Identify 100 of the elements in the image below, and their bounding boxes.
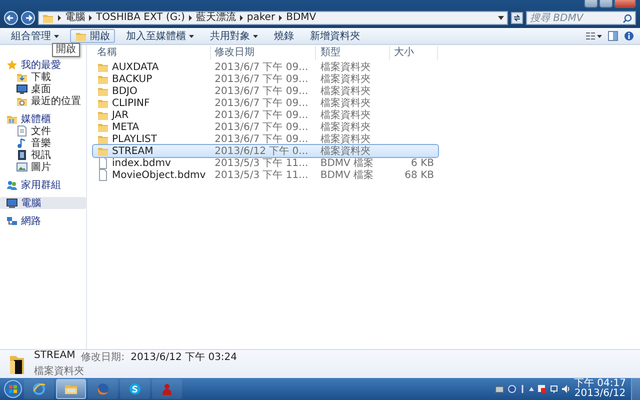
- help-icon[interactable]: [624, 31, 634, 41]
- sidebar-item[interactable]: 電腦: [0, 197, 86, 209]
- view-options-icon[interactable]: [586, 31, 602, 41]
- minimize-button[interactable]: [584, 0, 598, 8]
- clock-time: 下午 04:17: [574, 379, 626, 389]
- maximize-button[interactable]: [599, 0, 613, 8]
- folder-icon: [8, 353, 26, 375]
- taskbar-button[interactable]: [120, 379, 150, 399]
- file-row[interactable]: BACKUP 2013/6/7 下午 09... 檔案資料夾: [93, 73, 438, 85]
- person-icon: [160, 382, 174, 396]
- modified-date: 2013/6/7 下午 09...: [214, 61, 310, 74]
- column-header[interactable]: 類型: [316, 46, 390, 60]
- breadcrumb-item[interactable]: 電腦: [65, 12, 85, 24]
- column-header[interactable]: 名稱: [93, 46, 211, 60]
- toolbar-button[interactable]: 組合管理: [6, 29, 64, 43]
- forward-icon[interactable]: [21, 11, 35, 25]
- column-header[interactable]: 修改日期: [210, 46, 316, 60]
- taskbar-button[interactable]: [24, 379, 54, 399]
- column-header[interactable]: 大小: [390, 46, 438, 60]
- file-row[interactable]: STREAM 2013/6/12 下午 0... 檔案資料夾: [93, 145, 438, 157]
- sidebar-item[interactable]: 圖片: [0, 161, 86, 173]
- file-row[interactable]: AUXDATA 2013/6/7 下午 09... 檔案資料夾: [93, 61, 438, 73]
- caret-icon[interactable]: [529, 387, 534, 391]
- search-field[interactable]: 搜尋 BDMV: [526, 11, 636, 25]
- close-button[interactable]: [614, 0, 636, 8]
- back-icon[interactable]: [4, 11, 18, 25]
- toolbar-button[interactable]: 加入至媒體櫃: [121, 29, 199, 43]
- file-name: index.bdmv: [112, 158, 171, 168]
- toolbar-button[interactable]: 新增資料夾: [305, 29, 365, 43]
- preview-pane-icon[interactable]: [608, 31, 618, 41]
- breadcrumb-item[interactable]: 藍天漂流: [196, 12, 236, 24]
- file-type: 檔案資料夾: [319, 120, 372, 134]
- folder-icon: [97, 97, 109, 109]
- search-icon: [623, 14, 632, 22]
- dropdown-icon[interactable]: [498, 16, 504, 20]
- toolbar-button[interactable]: 燒錄: [269, 29, 299, 43]
- refresh-icon[interactable]: [511, 12, 523, 24]
- file-size: 68 KB: [404, 170, 434, 180]
- file-type: 檔案資料夾: [319, 144, 372, 158]
- item-name: STREAM: [34, 350, 76, 363]
- file-name: JAR: [112, 110, 129, 120]
- sidebar-item[interactable]: 媒體櫃: [0, 113, 86, 125]
- file-row[interactable]: index.bdmv 2013/5/3 下午 11... BDMV 檔案 6 KB: [93, 157, 438, 169]
- keyboard-icon[interactable]: [495, 386, 504, 392]
- item-type: 檔案資料夾: [34, 364, 85, 378]
- sidebar-item[interactable]: 音樂: [0, 137, 86, 149]
- chat-icon: [128, 382, 142, 396]
- sidebar-item[interactable]: 網路: [0, 215, 86, 227]
- chevron-icon: [57, 14, 62, 22]
- file-row[interactable]: MovieObject.bdmv 2013/5/3 下午 11... BDMV 檔案 68 KB: [93, 169, 438, 181]
- modified-date: 2013/6/7 下午 09...: [214, 85, 310, 98]
- file-type: 檔案資料夾: [319, 84, 372, 98]
- breadcrumb-item[interactable]: TOSHIBA EXT (G:): [96, 12, 185, 24]
- file-name: META: [112, 122, 140, 132]
- modified-date: 2013/6/7 下午 09...: [214, 97, 310, 110]
- network-icon: [6, 215, 18, 227]
- library-icon: [6, 113, 18, 125]
- file-name: MovieObject.bdmv: [112, 170, 206, 180]
- breadcrumb-item[interactable]: BDMV: [286, 12, 316, 24]
- folder-icon: [97, 109, 109, 121]
- globe-icon[interactable]: [508, 385, 516, 393]
- sidebar-item[interactable]: 家用群組: [0, 179, 86, 191]
- sidebar-item[interactable]: 最近的位置: [0, 95, 86, 107]
- taskbar-button[interactable]: [56, 379, 86, 399]
- modified-date: 2013/6/7 下午 09...: [214, 121, 310, 134]
- file-row[interactable]: CLIPINF 2013/6/7 下午 09... 檔案資料夾: [93, 97, 438, 109]
- flag-icon[interactable]: [538, 385, 546, 393]
- sidebar-item[interactable]: 下載: [0, 71, 86, 83]
- modified-date: 2013/6/7 下午 09...: [214, 109, 310, 122]
- file-row[interactable]: META 2013/6/7 下午 09... 檔案資料夾: [93, 121, 438, 133]
- network-icon[interactable]: [550, 385, 558, 393]
- modified-date: 2013/6/12 下午 0...: [214, 145, 310, 158]
- speaker-icon[interactable]: [562, 385, 570, 393]
- chevron-icon: [188, 14, 193, 22]
- folder-icon: [64, 382, 78, 396]
- file-name: CLIPINF: [112, 98, 150, 108]
- globe-icon: [96, 382, 110, 396]
- file-icon: [97, 169, 109, 181]
- address-bar[interactable]: 電腦 TOSHIBA EXT (G:) 藍天漂流 paker BDMV: [38, 11, 508, 25]
- clock-date: 2013/6/12: [574, 389, 626, 399]
- chevron-icon: [278, 14, 284, 22]
- toolbar-button[interactable]: 開啟: [70, 29, 115, 43]
- file-row[interactable]: PLAYLIST 2013/6/7 下午 09... 檔案資料夾: [93, 133, 438, 145]
- file-row[interactable]: JAR 2013/6/7 下午 09... 檔案資料夾: [93, 109, 438, 121]
- toolbar-button[interactable]: 共用對象: [205, 29, 263, 43]
- modified-date: 2013/5/3 下午 11...: [214, 169, 310, 182]
- folder-icon: [75, 30, 87, 42]
- start-orb-icon[interactable]: [4, 380, 22, 398]
- file-size: 6 KB: [411, 158, 434, 168]
- file-type: BDMV 檔案: [319, 168, 375, 182]
- film-icon: [16, 149, 28, 161]
- folder-icon: [16, 71, 28, 83]
- breadcrumb-item[interactable]: paker: [246, 12, 276, 24]
- sidebar-item[interactable]: 桌面: [0, 83, 86, 95]
- sidebar-item[interactable]: 文件: [0, 125, 86, 137]
- folder-icon: [97, 145, 109, 157]
- file-name: PLAYLIST: [112, 134, 157, 144]
- file-row[interactable]: BDJO 2013/6/7 下午 09... 檔案資料夾: [93, 85, 438, 97]
- sidebar-item[interactable]: 我的最愛: [0, 59, 86, 71]
- sidebar-item[interactable]: 視訊: [0, 149, 86, 161]
